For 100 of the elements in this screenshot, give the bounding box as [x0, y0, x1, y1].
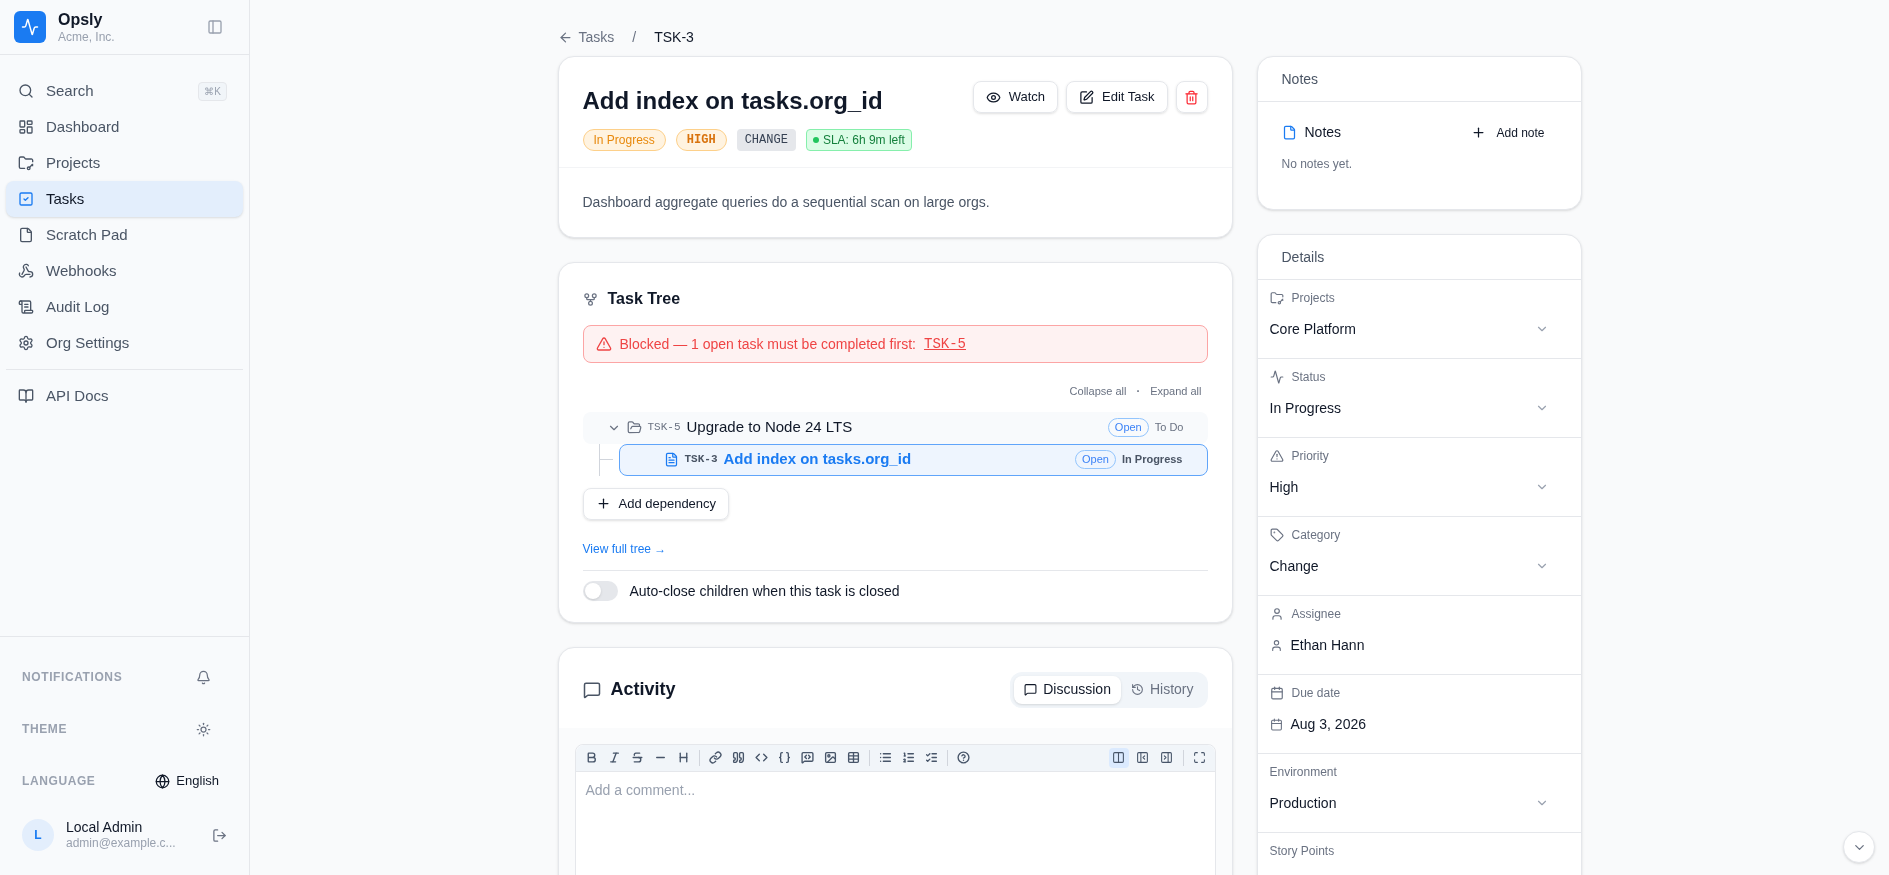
bell-icon[interactable]	[196, 669, 211, 685]
quote-icon[interactable]	[731, 751, 745, 764]
calendar-icon	[1269, 717, 1283, 731]
eye-icon	[985, 89, 1001, 105]
section-title: Activity	[610, 678, 677, 701]
category-badge: CHANGE	[736, 129, 796, 151]
tree-control[interactable]: Collapse all	[1069, 383, 1127, 400]
language-button[interactable]: English	[155, 771, 219, 791]
link-icon[interactable]	[708, 751, 722, 764]
separator-dot: ·	[1136, 384, 1141, 399]
file-icon	[663, 452, 679, 467]
field-icon	[1269, 449, 1284, 463]
table-icon[interactable]	[846, 751, 860, 764]
search-button[interactable]: Search ⌘K	[6, 73, 243, 109]
field-label: Category	[1291, 527, 1341, 544]
branch-icon	[582, 291, 598, 307]
search-icon	[18, 83, 34, 99]
tree-row[interactable]: TSK-3 Add index on tasks.org_id Open In Progress	[618, 443, 1208, 476]
numbered-list-icon[interactable]	[901, 751, 915, 764]
field-value[interactable]: Ethan Hann	[1290, 634, 1365, 656]
scroll-icon	[18, 299, 34, 315]
edit-icon	[1079, 89, 1094, 105]
preview-only-icon	[1160, 751, 1173, 764]
activity-tab[interactable]: Discussion	[1014, 675, 1121, 704]
toggle-switch[interactable]	[582, 581, 618, 601]
avatar: L	[22, 819, 54, 851]
card-header: Details	[1257, 235, 1581, 280]
select-field[interactable]: Core Platform	[1269, 316, 1569, 342]
image-icon[interactable]	[823, 751, 837, 764]
checkbox-icon	[18, 191, 34, 207]
book-icon	[18, 388, 34, 404]
trash-icon	[1184, 89, 1199, 105]
card-header: Notes	[1257, 57, 1581, 102]
alert-text: Blocked — 1 open task must be completed first:	[619, 334, 916, 354]
italic-icon[interactable]	[607, 751, 621, 764]
section-title: Task Tree	[607, 289, 681, 309]
add-dependency-button[interactable]: Add dependency	[582, 487, 730, 520]
nav-item[interactable]: Webhooks	[6, 253, 243, 289]
select-field[interactable]: Production	[1269, 790, 1569, 816]
warning-icon	[595, 336, 612, 352]
field-value[interactable]: Aug 3, 2026	[1290, 713, 1366, 735]
settings-icon	[18, 335, 34, 351]
help-icon[interactable]	[956, 751, 970, 764]
history-icon	[1130, 683, 1144, 696]
globe-icon	[155, 773, 171, 789]
field-label: Projects	[1291, 290, 1335, 307]
select-field[interactable]: High	[1269, 474, 1569, 500]
notes-title: Notes	[1304, 123, 1343, 142]
delete-button[interactable]	[1175, 81, 1208, 113]
section-label: NOTIFICATIONS	[22, 669, 123, 686]
section-label: LANGUAGE	[22, 773, 96, 790]
field-label: Due date	[1291, 685, 1341, 702]
nav-item[interactable]: Scratch Pad	[6, 217, 243, 253]
task-id: TSK-3	[684, 452, 718, 468]
add-note-button[interactable]: Add note	[1471, 123, 1545, 142]
editor-only-icon	[1136, 751, 1149, 764]
logo-icon	[14, 11, 46, 43]
activity-tab[interactable]: History	[1120, 675, 1204, 704]
edit-button[interactable]: Edit Task	[1066, 81, 1168, 113]
nav-item[interactable]: Audit Log	[6, 289, 243, 325]
braces-icon[interactable]	[777, 751, 791, 764]
task-description: Dashboard aggregate queries do a sequential scan on large orgs.	[581, 193, 991, 212]
nav-item[interactable]: Tasks	[6, 181, 243, 217]
view-full-tree-link[interactable]: View full tree →	[582, 539, 1208, 558]
user-name: Local Admin	[66, 818, 144, 837]
select-field[interactable]: Change	[1269, 553, 1569, 579]
strikethrough-icon[interactable]	[630, 751, 644, 764]
tree-row[interactable]: TSK-5 Upgrade to Node 24 LTS Open To Do	[582, 411, 1208, 444]
breadcrumb-separator: /	[632, 27, 637, 47]
breadcrumb-current: TSK-3	[654, 27, 694, 47]
section-label: THEME	[22, 721, 67, 738]
code-icon[interactable]	[754, 751, 768, 764]
field-label: Environment	[1269, 764, 1337, 781]
empty-notes-text: No notes yet.	[1281, 156, 1354, 173]
field-icon	[1269, 370, 1284, 384]
comment-icon	[1024, 683, 1038, 696]
folder-icon	[626, 420, 642, 435]
nav-item[interactable]: Org Settings	[6, 325, 243, 361]
select-field[interactable]: In Progress	[1269, 395, 1569, 421]
side-by-side-button[interactable]	[1108, 747, 1129, 768]
folder-icon	[18, 155, 34, 171]
nav-item[interactable]: API Docs	[6, 378, 243, 414]
embed-icon[interactable]	[800, 751, 814, 764]
field-icon	[1269, 686, 1284, 700]
field-label: Priority	[1291, 448, 1329, 465]
nav-item[interactable]: Dashboard	[6, 109, 243, 145]
sla-badge: SLA: 6h 9m left	[805, 129, 912, 151]
plus-icon	[1471, 125, 1487, 140]
checklist-icon[interactable]	[924, 751, 938, 764]
field-label: Status	[1291, 369, 1326, 386]
watch-button[interactable]: Watch	[972, 81, 1058, 113]
fullscreen-icon[interactable]	[1192, 751, 1206, 764]
bullet-list-icon[interactable]	[878, 751, 892, 764]
logout-icon[interactable]	[212, 827, 227, 843]
tree-control[interactable]: Expand all	[1150, 383, 1202, 400]
brand-name: Opsly	[58, 9, 104, 30]
comment-editor[interactable]: Add a comment...	[574, 743, 1216, 875]
nav-item[interactable]: Projects	[6, 145, 243, 181]
back-link[interactable]: Tasks	[557, 26, 615, 48]
sun-icon[interactable]	[196, 721, 211, 737]
